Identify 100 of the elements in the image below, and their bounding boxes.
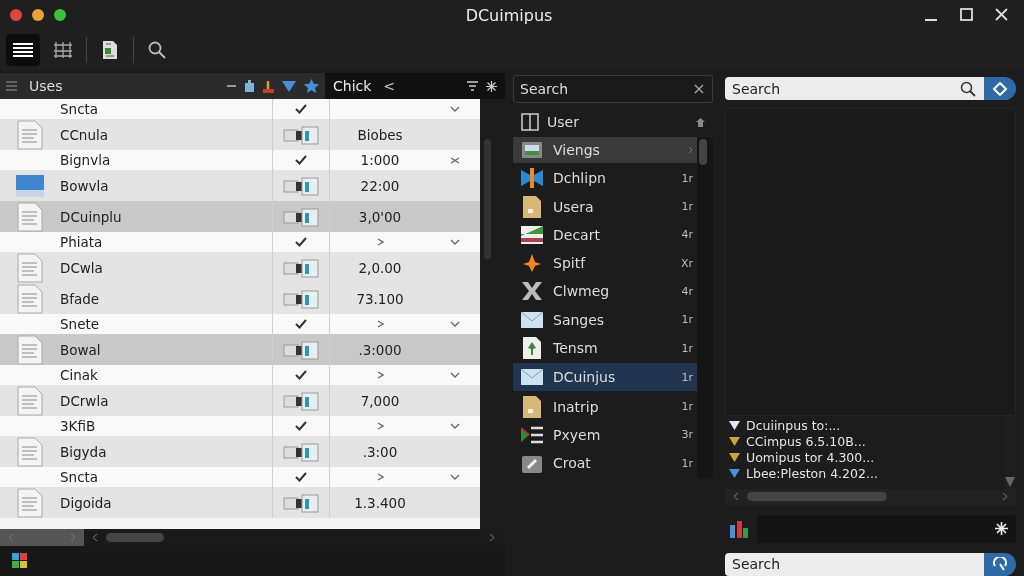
thumbnail-icon <box>283 257 319 278</box>
refresh-icon[interactable] <box>992 557 1008 572</box>
list-header: User <box>547 114 579 130</box>
log-entry: CCimpus 6.5.10B... <box>746 434 866 450</box>
home-icon[interactable] <box>696 117 705 127</box>
scroll-down-icon[interactable] <box>1005 476 1015 487</box>
dropdown-icon[interactable] <box>282 80 296 92</box>
log-entry: Dcuiinpus to:... <box>746 418 841 434</box>
value-text: 1.3.400 <box>354 494 406 511</box>
panel-title: Uses <box>29 78 63 94</box>
list-item[interactable]: Decart 4r <box>513 221 697 248</box>
check-icon[interactable] <box>295 472 307 482</box>
log-entry: Lbee:Pleston 4.202... <box>746 466 878 482</box>
thumbnail-icon <box>283 124 319 145</box>
close-icon[interactable] <box>995 8 1008 21</box>
go-button[interactable] <box>984 77 1016 101</box>
value-text: 7,000 <box>360 392 400 409</box>
document-icon <box>523 337 541 360</box>
list-item[interactable]: Inatrip 1r <box>513 393 697 420</box>
panel-tab[interactable]: Chick <box>333 78 372 94</box>
search-input[interactable]: Search <box>730 79 960 98</box>
thumbnail-icon <box>283 492 319 513</box>
check-icon[interactable] <box>295 319 307 329</box>
list-item[interactable]: DCuinjus 1r <box>513 363 697 392</box>
list-item[interactable]: Viengs <box>513 137 697 163</box>
message-field[interactable] <box>757 514 1016 543</box>
grid-icon[interactable] <box>53 41 73 59</box>
list-item[interactable]: Clwmeg 4r <box>513 278 697 305</box>
list-item[interactable]: Dchlipn 1r <box>513 165 697 192</box>
value-text: .3:00 <box>362 443 398 460</box>
asterisk-icon[interactable] <box>486 80 497 92</box>
minimize-icon[interactable] <box>32 9 44 21</box>
search-field[interactable]: Search <box>725 552 984 576</box>
file-name: Snete <box>60 316 101 332</box>
thumbnail-icon <box>283 288 319 309</box>
folder-icon <box>15 172 45 199</box>
menu-button[interactable] <box>6 34 40 66</box>
mail-icon <box>521 311 543 328</box>
star-icon[interactable] <box>304 78 319 94</box>
list-item[interactable]: Pxyem 3r <box>513 421 697 448</box>
value-text: 22:00 <box>360 177 400 194</box>
file-name: Bigyda <box>60 443 108 460</box>
thumbnail-icon <box>283 175 319 196</box>
log-entry: Uomipus tor 4.300... <box>746 450 875 466</box>
value-text: 3,0'00 <box>358 208 402 225</box>
file-name: Bignvla <box>60 152 112 168</box>
value-text: 2,0.00 <box>358 259 402 276</box>
value-text: Biobes <box>357 126 403 143</box>
file-name: Bowvla <box>60 177 110 194</box>
search-input[interactable]: Search <box>730 555 976 574</box>
list-item[interactable]: Spitf Xr <box>513 250 697 277</box>
chart-icon[interactable] <box>729 518 749 539</box>
thumbnail-icon <box>283 206 319 227</box>
value-text: 73.100 <box>356 290 404 307</box>
back-button[interactable]: < <box>379 78 400 94</box>
thumbnail-icon <box>283 339 319 360</box>
list-item[interactable]: Sanges 1r <box>513 306 697 333</box>
minus-icon[interactable] <box>227 84 236 88</box>
check-icon[interactable] <box>295 421 307 431</box>
file-name: Sncta <box>60 469 100 485</box>
scroll-right-icon[interactable] <box>489 533 495 542</box>
scrollbar[interactable] <box>697 137 713 479</box>
app-icon[interactable] <box>12 553 28 569</box>
zoom-icon[interactable] <box>54 9 66 21</box>
file-name: Bfade <box>60 290 101 307</box>
check-icon[interactable] <box>295 237 307 247</box>
maximize-icon[interactable] <box>960 8 973 21</box>
document-icon[interactable] <box>101 40 119 60</box>
thumbnail-icon <box>283 390 319 411</box>
scroll-left-icon[interactable] <box>733 492 739 502</box>
list-item[interactable]: Croat 1r <box>513 450 697 477</box>
search-icon[interactable] <box>148 41 166 59</box>
scroll-right-icon[interactable] <box>1002 492 1008 502</box>
file-name: Digoida <box>60 494 113 511</box>
file-icon <box>523 395 541 418</box>
list-item[interactable]: Usera 1r <box>513 193 697 220</box>
file-name: CCnula <box>60 126 109 143</box>
check-icon[interactable] <box>295 104 307 114</box>
flag-icon <box>521 425 543 444</box>
file-name: 3KfiB <box>60 418 97 434</box>
scroll-left-icon[interactable] <box>92 533 98 542</box>
search-field[interactable]: Search <box>725 77 984 101</box>
go-button[interactable] <box>984 552 1016 576</box>
search-icon[interactable] <box>960 80 976 97</box>
clear-icon[interactable] <box>694 84 704 94</box>
filter-icon[interactable] <box>467 81 478 91</box>
mail-icon <box>521 369 543 386</box>
menu-icon[interactable] <box>13 42 33 58</box>
search-field[interactable]: Search <box>513 75 713 103</box>
search-input[interactable]: Search <box>518 80 694 98</box>
value-text: 1:000 <box>360 152 400 168</box>
check-icon[interactable] <box>295 370 307 380</box>
list-icon <box>6 81 17 91</box>
list-item[interactable]: Tensm 1r <box>513 335 697 362</box>
diamond-icon[interactable] <box>993 81 1007 96</box>
chart-icon <box>521 225 543 244</box>
horizontal-scrollbar[interactable] <box>725 488 1016 505</box>
star-icon <box>523 254 541 273</box>
check-icon[interactable] <box>295 155 307 165</box>
window-title: DCuimipus <box>465 5 553 25</box>
